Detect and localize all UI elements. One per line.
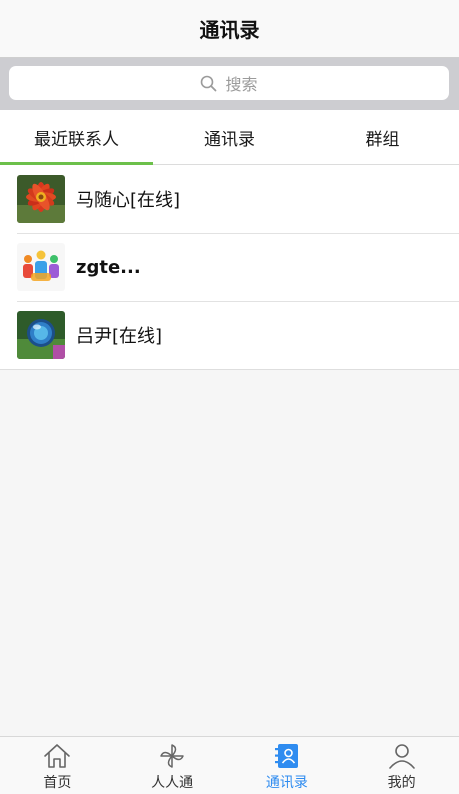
online-status: [在线] (112, 326, 163, 347)
pinwheel-icon (160, 744, 184, 768)
tab-label: 首页 (43, 775, 72, 791)
tab-contacts[interactable]: 通讯录 (230, 737, 345, 794)
contact-name: 吕尹[在线] (76, 326, 163, 347)
glass-sphere-photo (17, 311, 65, 359)
contact-name: 马随心[在线] (76, 190, 181, 211)
avatar (17, 311, 65, 359)
tab-label: 通讯录 (265, 775, 308, 791)
tab-mine[interactable]: 我的 (344, 737, 459, 794)
search-area: 搜索 (0, 58, 459, 110)
contact-row[interactable]: 吕尹[在线] (0, 301, 459, 369)
contacts-book-icon (274, 744, 298, 768)
search-icon (201, 75, 217, 91)
tab-renrentong[interactable]: 人人通 (115, 737, 230, 794)
recent-contacts-list: 马随心[在线] zgte... 吕尹[在线] (0, 165, 459, 370)
contact-name: zgte... (76, 256, 141, 278)
tab-home[interactable]: 首页 (0, 737, 115, 794)
red-flower-photo (17, 175, 65, 223)
contact-tabs: 最近联系人 通讯录 群组 (0, 110, 459, 165)
tab-address-book[interactable]: 通讯录 (153, 110, 306, 164)
tab-groups[interactable]: 群组 (306, 110, 459, 164)
page-title: 通讯录 (199, 18, 260, 42)
person-icon (388, 744, 415, 769)
contact-row[interactable]: 马随心[在线] (0, 165, 459, 233)
tab-label: 我的 (387, 775, 416, 791)
contact-row[interactable]: zgte... (0, 233, 459, 301)
navigation-bar: 通讯录 (0, 0, 459, 58)
colorful-people-logo (17, 243, 65, 291)
tab-label: 人人通 (151, 775, 194, 791)
search-placeholder: 搜索 (225, 75, 258, 94)
avatar (17, 175, 65, 223)
search-input[interactable]: 搜索 (9, 66, 449, 100)
online-status: [在线] (130, 190, 181, 211)
home-icon (44, 744, 71, 768)
avatar (17, 243, 65, 291)
tab-recent-contacts[interactable]: 最近联系人 (0, 110, 153, 165)
bottom-tab-bar: 首页 人人通 通讯录 我的 (0, 736, 459, 794)
